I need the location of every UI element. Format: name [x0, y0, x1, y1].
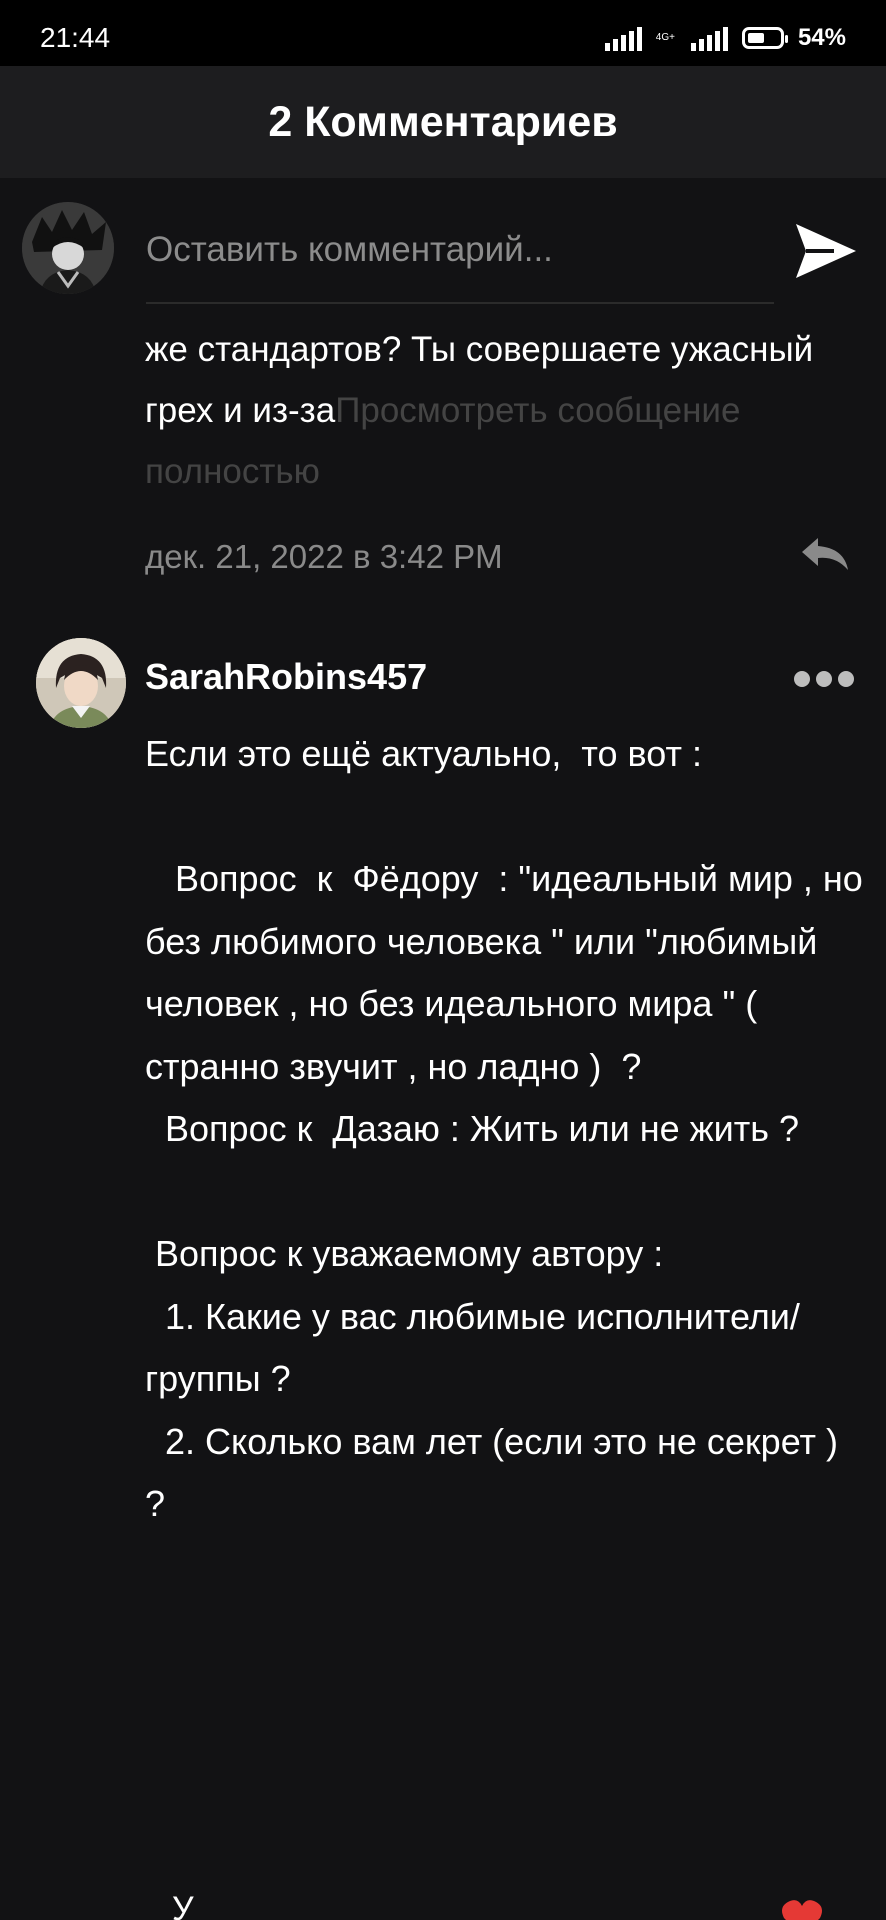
comment-author[interactable]: SarahRobins457 — [145, 656, 427, 698]
clipped-line — [145, 308, 875, 319]
header: 2 Комментариев — [0, 66, 886, 178]
battery-level — [747, 33, 764, 43]
status-icons: 4G+ 54% — [604, 18, 846, 58]
comment-input-row — [0, 178, 886, 308]
status-bar: 21:44 4G+ 54% — [0, 0, 886, 66]
send-icon[interactable] — [794, 222, 858, 280]
battery-icon — [741, 27, 788, 49]
avatar[interactable] — [36, 638, 126, 728]
status-time: 21:44 — [40, 22, 111, 53]
reply-icon[interactable] — [800, 536, 850, 572]
comment-date: дек. 21, 2022 в 3:42 PM — [145, 538, 503, 575]
comment-list[interactable]: же стандартов? Ты совершаете ужасный гре… — [0, 308, 886, 1920]
more-options-icon[interactable] — [792, 668, 856, 690]
battery-percent: 54% — [797, 24, 846, 51]
network-type-label: 4G+ — [655, 32, 675, 43]
avatar[interactable] — [22, 202, 114, 294]
avatar-image — [22, 202, 114, 294]
signal-icon — [604, 25, 642, 51]
previous-comment-body: же стандартов? Ты совершаете ужасный гре… — [145, 308, 875, 502]
next-comment-partial: У — [172, 1890, 194, 1920]
signal-icon-secondary — [690, 25, 728, 51]
comment-body: Если это ещё актуально, то вот : Вопрос … — [145, 733, 863, 1524]
input-underline — [146, 302, 774, 304]
heart-icon[interactable] — [780, 1898, 824, 1920]
page-title: 2 Комментариев — [268, 97, 618, 146]
avatar-image — [36, 638, 126, 728]
comment-input[interactable] — [146, 220, 766, 280]
